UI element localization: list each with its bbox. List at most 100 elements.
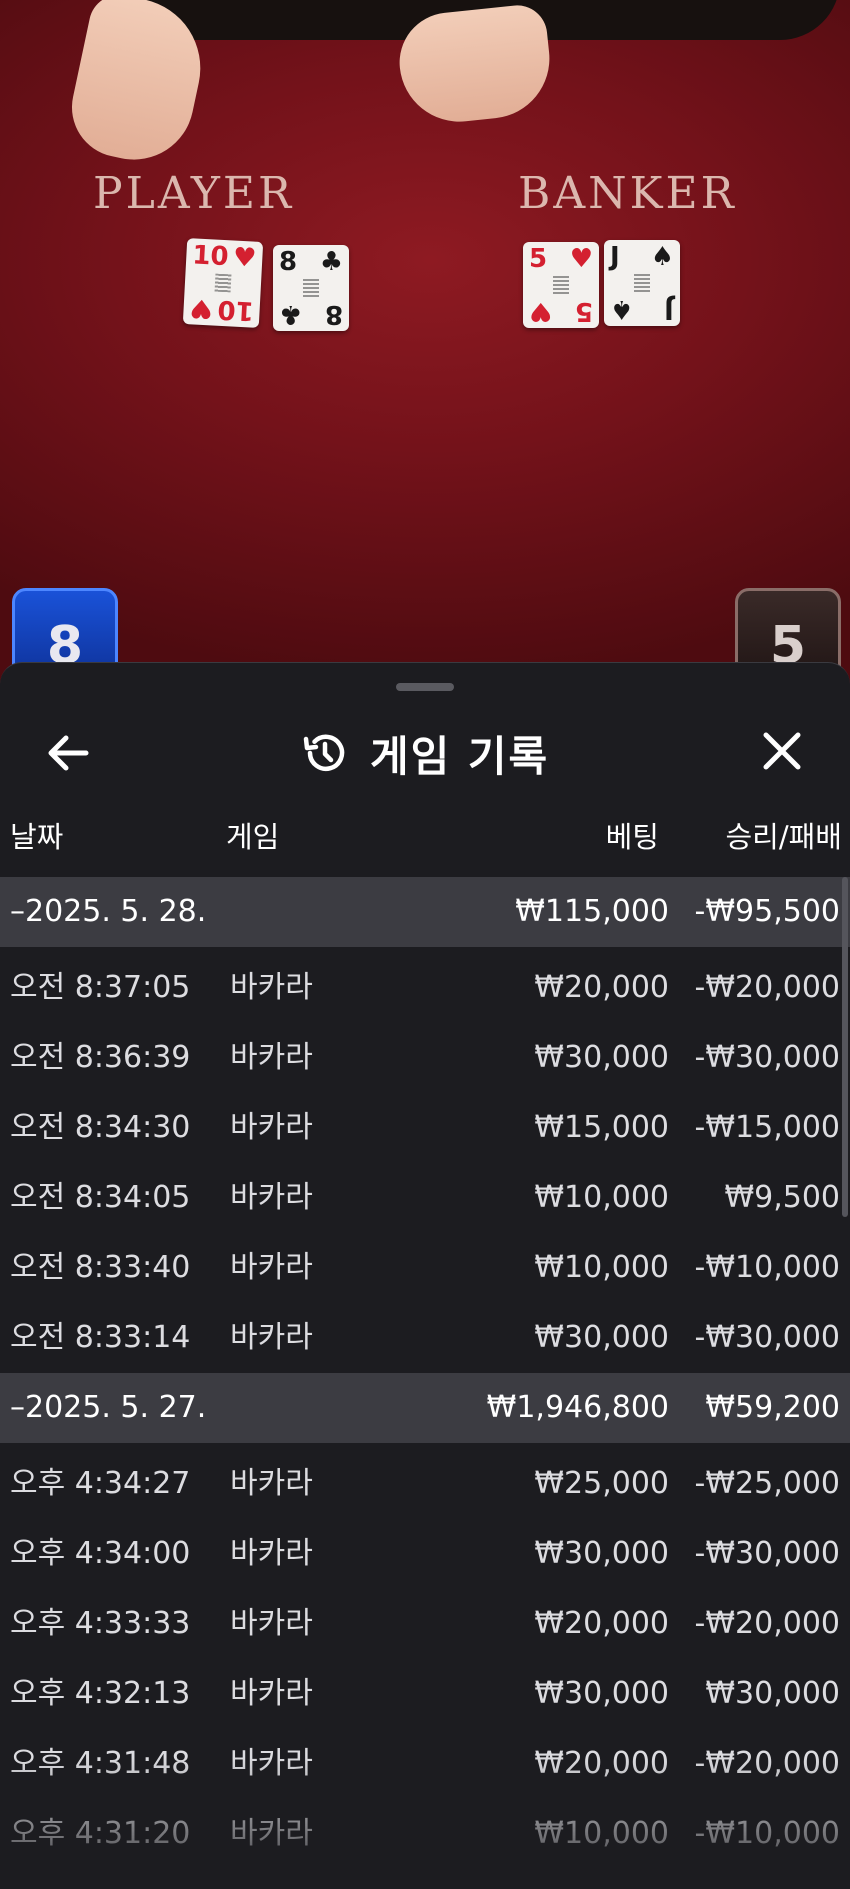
row-bet: ₩20,000	[534, 1746, 669, 1781]
row-result: -₩25,000	[694, 1466, 840, 1501]
live-table-video: PLAYER BANKER 10 ♥ 10 ♥ 8 ♣ 8 ♣ 5 ♥ 5 ♥ …	[0, 0, 850, 700]
row-bet: ₩10,000	[534, 1250, 669, 1285]
row-time: 오전 8:34:05	[10, 1180, 191, 1215]
arrow-left-icon	[48, 735, 89, 771]
screen: PLAYER BANKER 10 ♥ 10 ♥ 8 ♣ 8 ♣ 5 ♥ 5 ♥ …	[0, 0, 850, 1889]
row-result: -₩10,000	[694, 1816, 840, 1851]
row-game: 바카라	[230, 1676, 313, 1711]
row-game: 바카라	[230, 1320, 313, 1355]
sheet-drag-handle[interactable]	[396, 683, 454, 691]
table-row[interactable]: 오전 8:37:05 바카라 ₩20,000 -₩20,000	[0, 953, 850, 1023]
heart-suit-icon: ♥	[569, 244, 593, 274]
card-rank: 5	[574, 296, 593, 326]
player-label: PLAYER	[93, 168, 295, 219]
row-game: 바카라	[230, 1250, 313, 1285]
row-time: 오후 4:31:48	[10, 1746, 191, 1781]
row-time: 오후 4:34:00	[10, 1536, 191, 1571]
heart-suit-icon: ♥	[529, 296, 553, 326]
table-row[interactable]: 오후 4:32:13 바카라 ₩30,000 ₩30,000	[0, 1659, 850, 1729]
card-rank: 10	[216, 293, 255, 326]
table-row[interactable]: 오후 4:33:33 바카라 ₩20,000 -₩20,000	[0, 1589, 850, 1659]
row-result: -₩20,000	[694, 1746, 840, 1781]
sheet-title: 게임 기록	[370, 731, 550, 781]
heart-suit-icon: ♥	[232, 242, 258, 274]
row-game: 바카라	[230, 1746, 313, 1781]
table-row[interactable]: 오전 8:34:05 바카라 ₩10,000 ₩9,500	[0, 1163, 850, 1233]
date-group-row[interactable]: –2025. 5. 27. ₩1,946,800 ₩59,200	[0, 1373, 850, 1443]
card-rank: 10	[191, 240, 230, 273]
row-game: 바카라	[230, 1466, 313, 1501]
row-time: 오전 8:33:14	[10, 1320, 191, 1355]
card-rank: 8	[324, 299, 343, 329]
table-row[interactable]: 오후 4:34:27 바카라 ₩25,000 -₩25,000	[0, 1449, 850, 1519]
player-card-1: 10 ♥ 10 ♥	[182, 238, 264, 328]
table-row[interactable]: 오전 8:33:14 바카라 ₩30,000 -₩30,000	[0, 1303, 850, 1373]
row-bet: ₩15,000	[534, 1110, 669, 1145]
row-time: 오전 8:33:40	[10, 1250, 191, 1285]
scrollbar[interactable]	[842, 877, 848, 1217]
group-bet-total: ₩1,946,800	[486, 1390, 669, 1425]
row-result: -₩30,000	[694, 1320, 840, 1355]
banker-card-1: 5 ♥ 5 ♥	[523, 242, 599, 328]
spade-suit-icon: ♠	[650, 242, 674, 272]
close-button[interactable]	[752, 725, 812, 781]
group-result-total: ₩59,200	[705, 1390, 840, 1425]
table-row[interactable]: 오전 8:33:40 바카라 ₩10,000 -₩10,000	[0, 1233, 850, 1303]
sheet-header: 게임 기록	[0, 713, 850, 793]
table-column-headers: 날짜 게임 베팅 승리/패배	[0, 808, 850, 858]
row-game: 바카라	[230, 1816, 313, 1851]
row-bet: ₩10,000	[534, 1180, 669, 1215]
row-bet: ₩20,000	[534, 1606, 669, 1641]
club-suit-icon: ♣	[279, 299, 303, 329]
row-result: ₩9,500	[724, 1180, 840, 1215]
row-game: 바카라	[230, 1536, 313, 1571]
row-time: 오후 4:33:33	[10, 1606, 191, 1641]
banker-label: BANKER	[518, 168, 737, 219]
column-header-result: 승리/패배	[725, 820, 843, 854]
row-bet: ₩30,000	[534, 1040, 669, 1075]
sheet-title-group: 게임 기록	[300, 721, 549, 785]
heart-suit-icon: ♥	[188, 292, 214, 324]
row-game: 바카라	[230, 1606, 313, 1641]
column-header-bet: 베팅	[605, 820, 659, 854]
row-game: 바카라	[230, 970, 313, 1005]
row-time: 오후 4:31:20	[10, 1816, 191, 1851]
table-row[interactable]: 오후 4:31:20 바카라 ₩10,000 -₩10,000	[0, 1799, 850, 1869]
row-time: 오전 8:34:30	[10, 1110, 191, 1145]
spade-suit-icon: ♠	[610, 294, 634, 324]
history-list[interactable]: –2025. 5. 28. ₩115,000 -₩95,500 오전 8:37:…	[0, 877, 850, 1889]
row-game: 바카라	[230, 1180, 313, 1215]
table-row[interactable]: 오후 4:34:00 바카라 ₩30,000 -₩30,000	[0, 1519, 850, 1589]
row-result: -₩30,000	[694, 1040, 840, 1075]
table-row[interactable]: 오후 4:31:48 바카라 ₩20,000 -₩20,000	[0, 1729, 850, 1799]
row-game: 바카라	[230, 1110, 313, 1145]
group-result-total: -₩95,500	[694, 894, 840, 929]
row-bet: ₩30,000	[534, 1676, 669, 1711]
group-bet-total: ₩115,000	[515, 894, 669, 929]
row-result: -₩30,000	[694, 1536, 840, 1571]
group-date: –2025. 5. 27.	[10, 1390, 207, 1425]
row-bet: ₩30,000	[534, 1536, 669, 1571]
game-history-sheet: 게임 기록 날짜 게임 베팅 승리/패배 –2025. 5. 28. ₩115,…	[0, 662, 850, 1889]
close-icon	[763, 732, 801, 770]
card-rank: J	[664, 294, 674, 324]
row-result: -₩10,000	[694, 1250, 840, 1285]
date-group-row[interactable]: –2025. 5. 28. ₩115,000 -₩95,500	[0, 877, 850, 947]
column-header-game: 게임	[226, 820, 280, 854]
row-bet: ₩10,000	[534, 1816, 669, 1851]
row-bet: ₩20,000	[534, 970, 669, 1005]
row-result: ₩30,000	[705, 1676, 840, 1711]
table-row[interactable]: 오전 8:34:30 바카라 ₩15,000 -₩15,000	[0, 1093, 850, 1163]
row-result: -₩15,000	[694, 1110, 840, 1145]
banker-card-2: J ♠ J ♠	[604, 240, 680, 326]
row-time: 오후 4:34:27	[10, 1466, 191, 1501]
card-rank: 8	[279, 247, 298, 277]
history-icon	[303, 734, 345, 772]
row-time: 오후 4:32:13	[10, 1676, 191, 1711]
row-time: 오전 8:37:05	[10, 970, 191, 1005]
row-game: 바카라	[230, 1040, 313, 1075]
table-row[interactable]: 오전 8:36:39 바카라 ₩30,000 -₩30,000	[0, 1023, 850, 1093]
row-result: -₩20,000	[694, 970, 840, 1005]
back-button[interactable]	[38, 725, 98, 781]
club-suit-icon: ♣	[319, 247, 343, 277]
